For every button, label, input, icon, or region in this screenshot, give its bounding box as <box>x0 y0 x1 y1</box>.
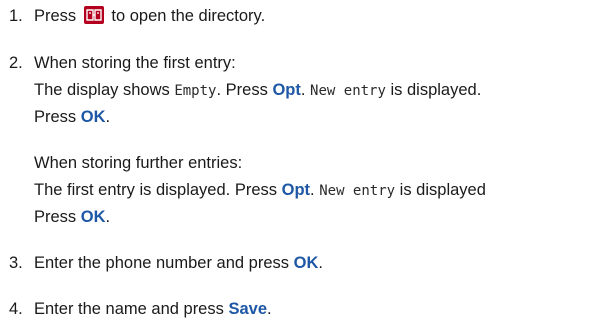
keyword-save: Save <box>228 300 268 318</box>
step-1-text: Press to open the directory. <box>34 6 265 26</box>
step-2-first-line: The display shows Empty. Press Opt. New … <box>34 80 481 101</box>
step-2-first-t1: The display shows <box>34 81 170 99</box>
step-2-first-t4: is displayed. <box>390 81 482 99</box>
keyword-opt: Opt <box>281 181 311 199</box>
step-2-first-heading: When storing the first entry: <box>34 54 236 72</box>
step-4-end: . <box>267 300 272 318</box>
step-2-first-t2: . Press <box>216 81 268 99</box>
keyword-ok: OK <box>293 254 319 272</box>
step-2-further-heading: When storing further entries: <box>34 154 243 172</box>
directory-book-icon <box>83 6 104 24</box>
step-2-further-line: The first entry is displayed. Press Opt.… <box>34 180 486 201</box>
lcd-text-new-entry: New entry <box>319 183 396 199</box>
step-2-further-press-end: . <box>105 208 111 226</box>
step-2-further-t1: The first entry is displayed. Press <box>34 181 278 199</box>
step-2-first-press-text: Press <box>34 108 77 126</box>
step-3-body: Enter the phone number and press <box>34 254 290 272</box>
step-3-text: Enter the phone number and press OK. <box>34 253 323 273</box>
instruction-document: 1. Press to open the directory. 2. When … <box>0 0 592 321</box>
keyword-opt: Opt <box>272 81 301 99</box>
step-4-text: Enter the name and press Save. <box>34 299 272 319</box>
step-1-before: Press <box>34 7 77 25</box>
step-1-after: to open the directory. <box>111 7 266 25</box>
step-2-further-press-text: Press <box>34 208 77 226</box>
step-1-number: 1. <box>9 7 23 25</box>
step-2-number: 2. <box>9 54 23 72</box>
keyword-ok: OK <box>80 108 106 126</box>
step-2-further-t2: . <box>310 181 315 199</box>
step-2-first-press: Press OK. <box>34 107 110 127</box>
step-2-further-press: Press OK. <box>34 207 110 227</box>
step-3-end: . <box>318 254 323 272</box>
step-2-first-t3: . <box>300 81 306 99</box>
lcd-text-new-entry: New entry <box>310 83 386 99</box>
step-2-first-press-end: . <box>105 108 111 126</box>
step-4-number: 4. <box>9 300 23 318</box>
step-2-further-t3: is displayed <box>399 181 486 199</box>
keyword-ok: OK <box>80 208 106 226</box>
step-3-number: 3. <box>9 254 23 272</box>
lcd-text-empty: Empty <box>174 83 217 99</box>
step-4-body: Enter the name and press <box>34 300 224 318</box>
